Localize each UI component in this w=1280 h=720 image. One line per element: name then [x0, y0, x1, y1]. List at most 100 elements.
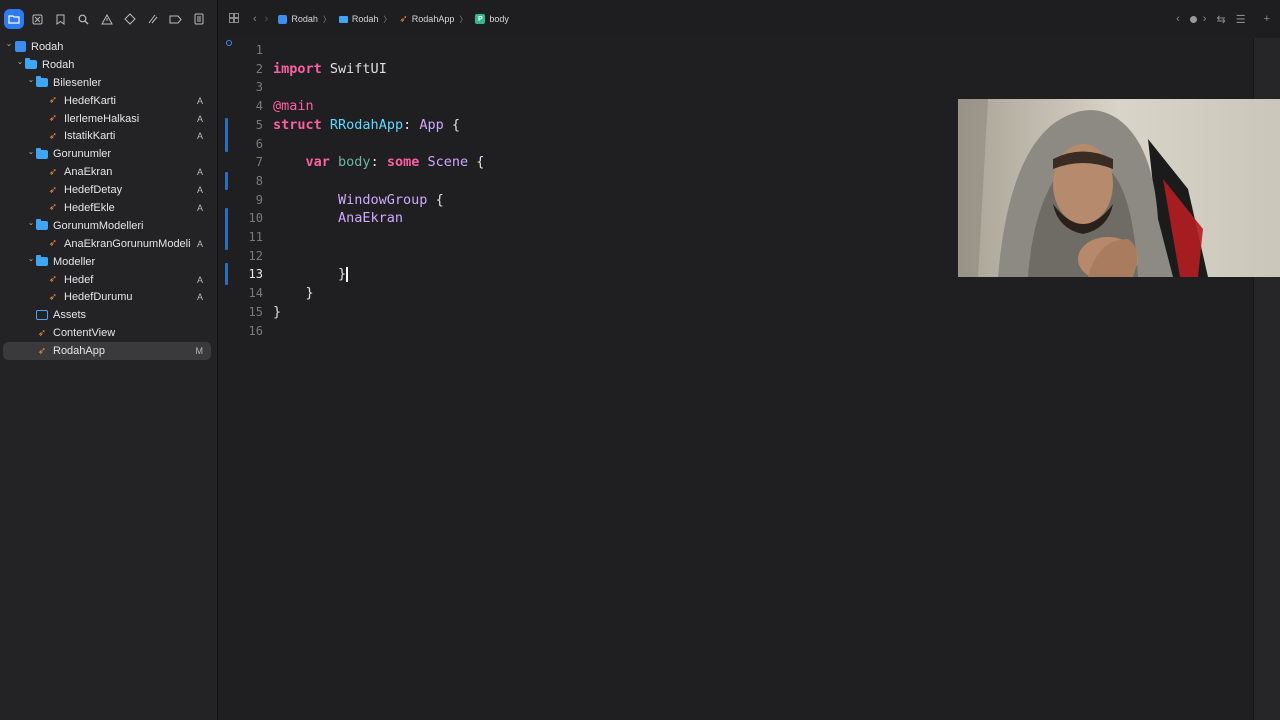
file-tree-item[interactable]: ➶ AnaEkranGorunumModeli A	[0, 235, 217, 253]
chevron-down-icon[interactable]: ⌄	[15, 57, 25, 66]
file-tree-item[interactable]: ⌄ Bilesenler	[0, 74, 217, 92]
code-line[interactable]: }	[273, 266, 348, 282]
code-token: {	[427, 191, 444, 208]
folder-icon	[36, 219, 48, 231]
code-token: body	[338, 154, 371, 171]
swift-file-icon: ➶	[48, 238, 58, 250]
line-number: 2	[255, 61, 263, 76]
folder-icon[interactable]	[4, 9, 24, 29]
line-number: 4	[255, 99, 263, 114]
bookmark-icon[interactable]	[49, 9, 72, 29]
file-tree-item[interactable]: ⌄ Modeller	[0, 253, 217, 271]
file-tree-item[interactable]: Assets	[0, 306, 217, 324]
file-tree-item[interactable]: ➶ AnaEkran A	[0, 163, 217, 181]
code-line[interactable]: }	[273, 285, 314, 301]
file-tree-item[interactable]: ➶ HedefEkle A	[0, 199, 217, 217]
line-number: 11	[248, 230, 263, 244]
code-line[interactable]: struct RRodahApp: App {	[273, 117, 460, 133]
swift-file-icon: ➶	[48, 274, 58, 286]
breakpoint-icon[interactable]	[164, 9, 187, 29]
code-token: import	[273, 60, 322, 77]
swift-file-icon: ➶	[48, 95, 58, 107]
file-tree-item[interactable]: ⌄ Rodah	[0, 38, 217, 56]
file-tree-label: HedefDurumu	[64, 291, 133, 304]
file-tree-item[interactable]: ➶ ContentView	[0, 324, 217, 342]
file-tree-label: Rodah	[31, 40, 64, 53]
line-number: 13	[248, 267, 263, 282]
scm-status-badge: A	[196, 113, 203, 124]
report-icon[interactable]	[187, 9, 210, 29]
folder-icon	[25, 58, 37, 70]
navigator-sidebar: ⌄ Rodah ⌄ Rodah ⌄ Bilesenler ➶ HedefKarti A ➶ Iler…	[0, 0, 218, 720]
file-tree-item[interactable]: ➶ RodahApp M	[3, 342, 211, 361]
test-icon[interactable]	[118, 9, 141, 29]
next-change-icon[interactable]: ›	[1203, 13, 1207, 25]
change-indicator-icon[interactable]	[1189, 15, 1197, 23]
scm-status-badge: A	[196, 95, 203, 106]
navigator-toolbar	[0, 0, 217, 38]
breadcrumb-file[interactable]: ➶ RodahApp 〉	[399, 14, 467, 25]
line-number: 6	[255, 136, 263, 151]
code-line[interactable]: AnaEkran	[273, 210, 403, 226]
property-icon: P	[475, 14, 486, 24]
code-token: AnaEkran	[338, 210, 404, 227]
prev-change-icon[interactable]: ‹	[1176, 13, 1180, 25]
related-items-icon[interactable]: ⇆	[1216, 13, 1225, 26]
breadcrumb-label: Rodah	[291, 14, 318, 24]
file-tree-item[interactable]: ⌄ Rodah	[0, 56, 217, 74]
forward-arrow-icon[interactable]: ›	[265, 13, 269, 25]
code-line[interactable]: import SwiftUI	[273, 61, 387, 77]
code-token: some	[386, 154, 420, 171]
source-control-icon[interactable]	[26, 9, 49, 29]
file-tree-item[interactable]: ➶ HedefDurumu A	[0, 288, 217, 306]
swift-file-icon: ➶	[37, 327, 47, 339]
line-number: 5	[255, 117, 263, 132]
project-icon	[14, 41, 26, 53]
code-token: }	[273, 285, 314, 302]
chevron-down-icon[interactable]: ⌄	[26, 218, 36, 227]
chevron-down-icon[interactable]: ⌄	[4, 39, 14, 48]
code-line[interactable]: }	[273, 304, 281, 320]
folder-icon	[36, 76, 48, 88]
file-tree-label: Hedef	[64, 273, 94, 286]
chevron-down-icon[interactable]: ⌄	[26, 254, 36, 263]
folder-icon	[36, 147, 48, 160]
back-arrow-icon[interactable]: ‹	[253, 13, 257, 25]
add-editor-icon[interactable]: +	[1264, 13, 1270, 25]
editor-options-icon[interactable]: ☰	[1236, 13, 1246, 26]
file-tree-item[interactable]: ➶ IlerlemeHalkasi A	[0, 110, 217, 128]
swift-file-icon: ➶	[48, 166, 58, 178]
scm-status-badge: A	[196, 185, 203, 196]
code-token: var	[305, 154, 330, 171]
line-number: 8	[255, 173, 263, 188]
warning-icon[interactable]	[95, 9, 118, 29]
file-tree-item[interactable]: ⌄ Gorunumler	[0, 145, 217, 163]
code-line[interactable]: var body: some Scene {	[273, 154, 485, 171]
breadcrumb-symbol[interactable]: P body	[475, 14, 509, 24]
file-tree-label: HedefKarti	[64, 94, 116, 107]
code-token: }	[273, 266, 347, 283]
swift-file-icon: ➶	[48, 113, 58, 124]
code-token: App	[419, 116, 444, 133]
chevron-down-icon[interactable]: ⌄	[26, 147, 36, 156]
code-line[interactable]: @main	[273, 98, 314, 114]
chevron-down-icon[interactable]: ⌄	[26, 75, 36, 84]
file-tree-item[interactable]: ➶ Hedef A	[0, 271, 217, 289]
code-line[interactable]: WindowGroup {	[273, 192, 444, 208]
file-tree-item[interactable]: ➶ HedefDetay A	[0, 181, 217, 199]
grid-icon[interactable]	[229, 12, 239, 26]
line-number: 12	[248, 248, 263, 263]
file-tree-item[interactable]: ➶ HedefKarti A	[0, 92, 217, 110]
breadcrumb-folder[interactable]: Rodah 〉	[338, 14, 391, 25]
file-tree-item[interactable]: ⌄ GorunumModelleri	[0, 217, 217, 235]
swift-file-icon: ➶	[48, 202, 58, 214]
breadcrumb-label: body	[489, 14, 509, 24]
code-token: }	[273, 303, 282, 320]
breadcrumb-project[interactable]: Rodah 〉	[278, 14, 331, 25]
file-tree-item[interactable]: ➶ IstatikKarti A	[0, 127, 217, 145]
debug-icon[interactable]	[141, 9, 164, 29]
search-icon[interactable]	[72, 9, 95, 29]
line-number: 9	[255, 192, 263, 207]
code-token: {	[443, 116, 460, 133]
